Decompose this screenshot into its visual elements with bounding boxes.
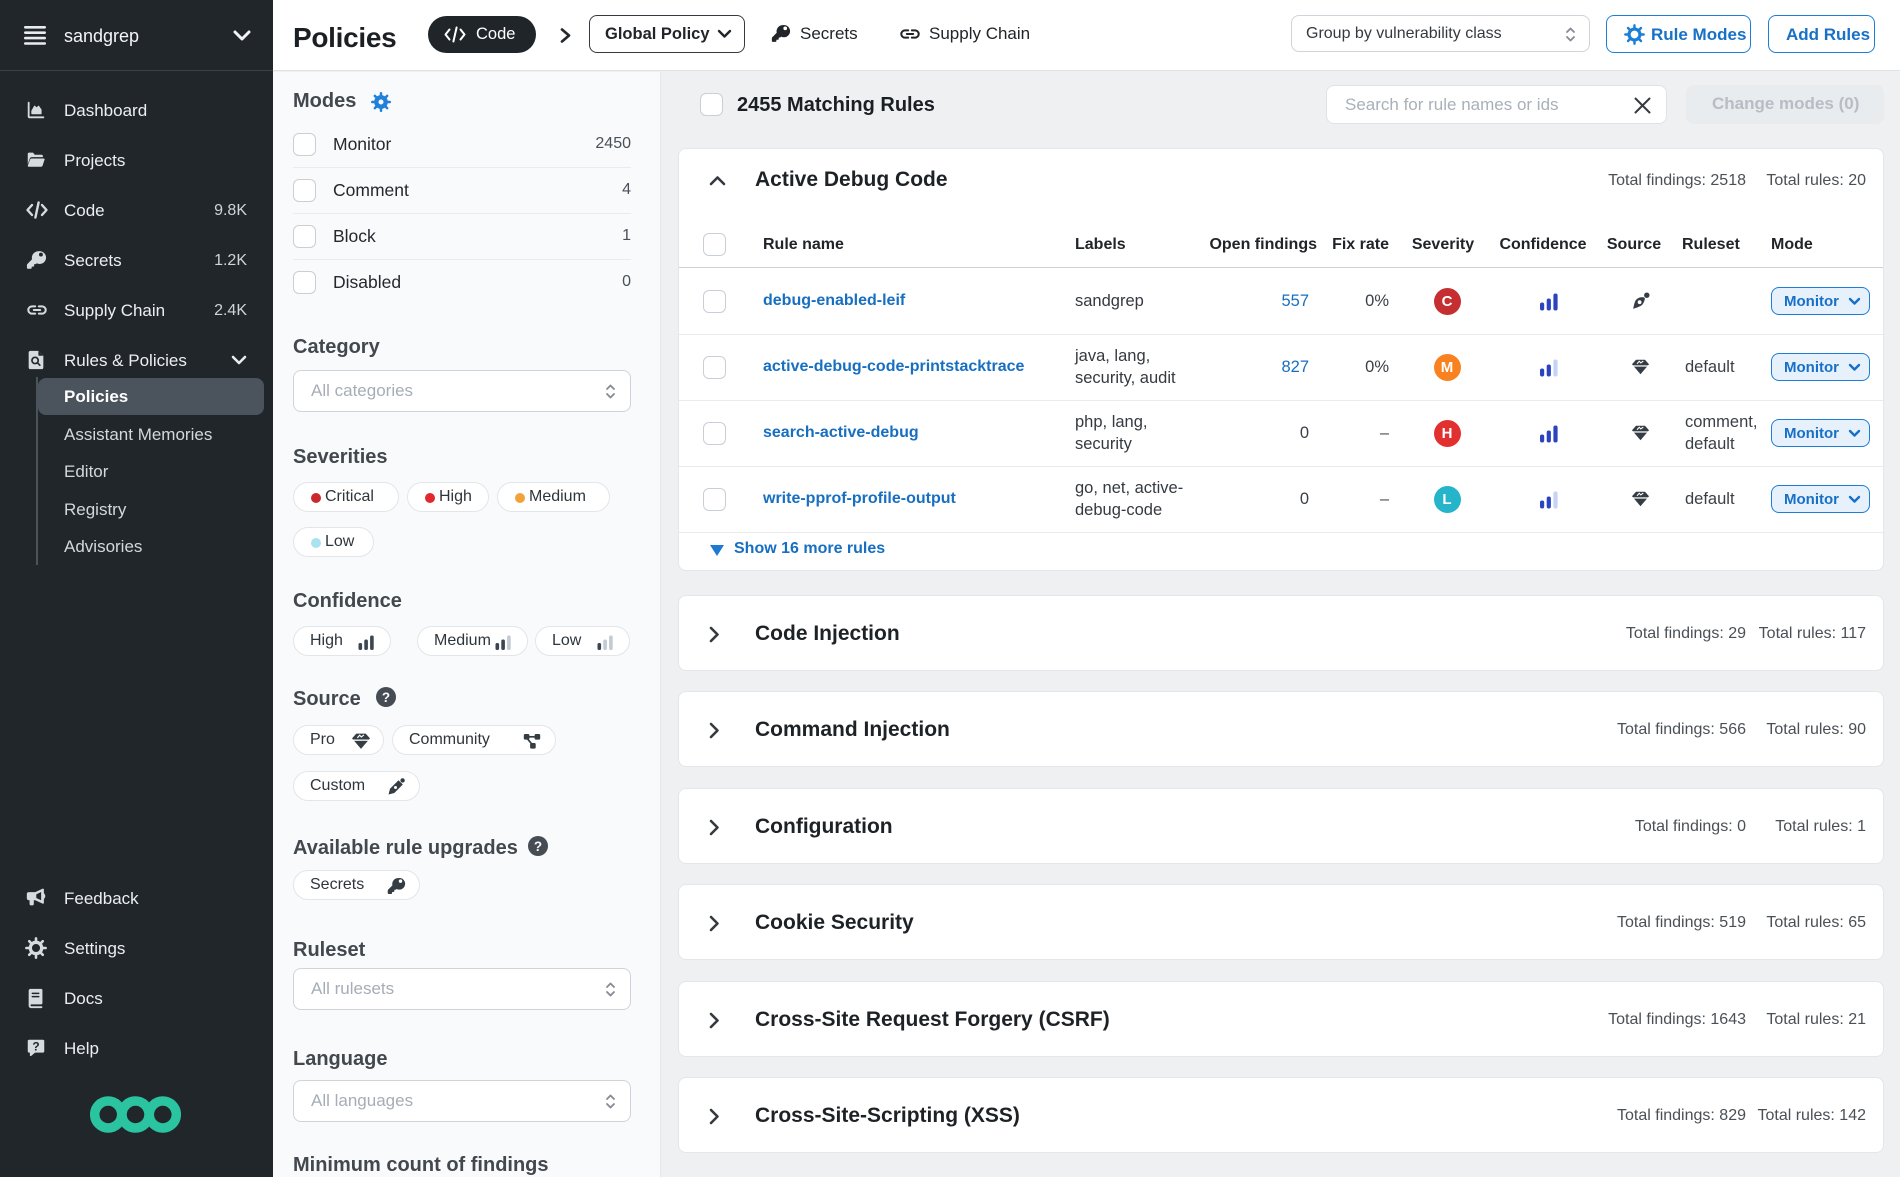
svg-text:?: ? [32,1039,39,1053]
svg-text:?: ? [534,839,542,854]
svg-text:?: ? [382,690,390,705]
